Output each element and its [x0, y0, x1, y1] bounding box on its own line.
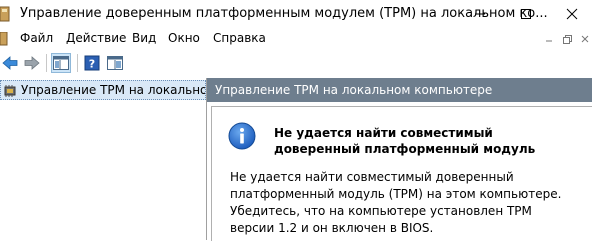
- forward-button[interactable]: [22, 53, 42, 73]
- tree-item-label: Управление TPM на локальном к: [21, 83, 205, 97]
- title-bar: Управление доверенным платформенным моду…: [0, 0, 592, 28]
- menu-action[interactable]: Действие: [66, 31, 126, 45]
- forward-arrow-icon: [24, 56, 40, 70]
- tpm-chip-icon: [4, 85, 16, 97]
- menu-view[interactable]: Вид: [132, 31, 156, 45]
- message-panel: Не удается найти совместимый доверенный …: [211, 106, 592, 241]
- message-title: Не удается найти совместимый доверенный …: [274, 126, 536, 156]
- content-pane: Управление TPM на локальном компьютере Н…: [207, 78, 592, 241]
- console-tree: Управление TPM на локальном к: [0, 78, 207, 240]
- message-body: Не удается найти совместимый доверенный …: [230, 170, 562, 235]
- close-button[interactable]: [552, 0, 592, 28]
- console-tree-icon: [53, 56, 69, 70]
- svg-text:?: ?: [89, 58, 95, 71]
- minimize-icon: [546, 40, 552, 42]
- toolbar-separator: [46, 54, 47, 72]
- menu-window[interactable]: Окно: [168, 31, 200, 45]
- maximize-button[interactable]: [506, 0, 546, 28]
- toolbar: ?: [0, 50, 592, 76]
- close-icon: [581, 35, 589, 43]
- help-button[interactable]: ?: [82, 53, 102, 73]
- child-close-button[interactable]: [578, 32, 592, 46]
- child-restore-button[interactable]: [560, 32, 574, 46]
- help-icon: ?: [84, 55, 100, 71]
- maximize-icon: [521, 9, 531, 19]
- show-action-pane-button[interactable]: [105, 53, 125, 73]
- menu-help[interactable]: Справка: [213, 31, 266, 45]
- pane-header-title: Управление TPM на локальном компьютере: [215, 83, 493, 97]
- info-icon: [228, 122, 256, 150]
- show-console-tree-button[interactable]: [51, 53, 71, 73]
- close-icon: [566, 8, 578, 20]
- restore-icon: [562, 34, 572, 44]
- back-button[interactable]: [0, 53, 20, 73]
- tree-item-tpm-management[interactable]: Управление TPM на локальном к: [0, 80, 206, 100]
- action-pane-icon: [107, 56, 123, 70]
- child-minimize-button[interactable]: [542, 32, 556, 46]
- minimize-button[interactable]: [460, 0, 500, 28]
- minimize-icon: [475, 13, 485, 15]
- app-icon: [0, 6, 10, 22]
- menu-bar: Файл Действие Вид Окно Справка: [0, 28, 592, 50]
- back-arrow-icon: [2, 56, 18, 70]
- pane-header: Управление TPM на локальном компьютере: [207, 78, 592, 102]
- menu-file[interactable]: Файл: [20, 31, 53, 45]
- child-window-icon[interactable]: [0, 32, 8, 46]
- toolbar-separator: [77, 54, 78, 72]
